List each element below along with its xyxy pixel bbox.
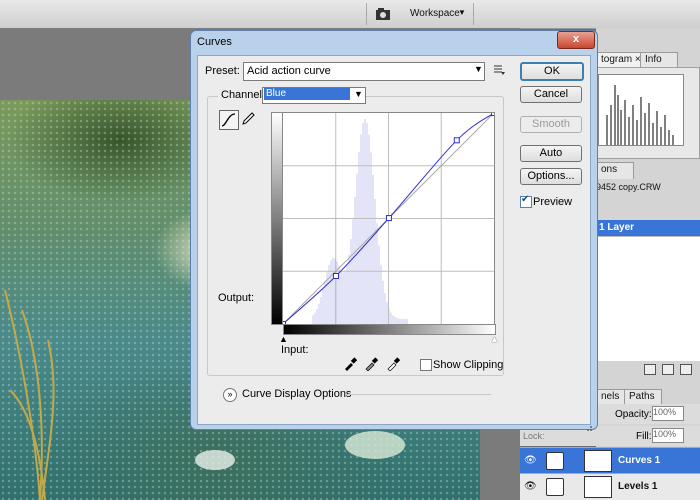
white-eyedropper-icon[interactable] <box>386 357 400 371</box>
chevron-down-icon: ▼ <box>458 8 466 17</box>
preset-value: Acid action curve <box>247 65 331 77</box>
channel-histogram <box>312 118 408 324</box>
black-point-slider[interactable]: ▲ <box>279 334 288 344</box>
output-label: Output: <box>218 292 255 304</box>
tab-actions[interactable]: ons <box>596 162 634 179</box>
curve-control-point[interactable] <box>385 215 392 222</box>
input-label: Input: <box>281 344 309 356</box>
curve-control-point[interactable] <box>453 137 460 144</box>
lock-label: Lock: <box>523 431 545 441</box>
adjustment-icon <box>546 452 564 470</box>
black-eyedropper-icon[interactable] <box>343 357 357 371</box>
histogram-graph <box>598 74 684 146</box>
close-button[interactable]: x <box>557 31 595 49</box>
chevron-down-icon[interactable]: ▼ <box>354 89 363 99</box>
dialog-title: Curves <box>197 36 232 48</box>
toolbar-divider <box>366 3 367 25</box>
preset-label: Preset: <box>205 65 240 77</box>
smooth-button[interactable]: Smooth <box>520 116 582 133</box>
curve-point-tool-icon[interactable] <box>219 110 239 130</box>
workspace-icon[interactable] <box>374 6 394 22</box>
cancel-button[interactable]: Cancel <box>520 86 582 103</box>
preset-options-icon[interactable] <box>493 63 505 75</box>
layer-row-curves[interactable]: 👁 Curves 1 <box>520 447 700 474</box>
history-selected-label: 1 Layer <box>599 222 635 233</box>
channel-value: Blue <box>264 88 350 100</box>
chevron-down-icon[interactable]: ▼ <box>474 64 483 74</box>
fill-input[interactable]: 100% <box>652 428 684 443</box>
pencil-icon[interactable] <box>240 111 256 127</box>
adjustment-icon <box>546 478 564 496</box>
application-bar <box>0 0 700 29</box>
channel-label: Channel: <box>218 89 269 101</box>
history-filename: 9452 copy.CRW <box>596 182 661 192</box>
ok-button[interactable]: OK <box>520 62 584 81</box>
expand-chevron-icon[interactable]: » <box>223 388 237 402</box>
curve-control-point[interactable] <box>282 321 286 326</box>
opacity-label: Opacity: <box>615 409 652 420</box>
snapshot-icon[interactable] <box>644 364 656 375</box>
divider <box>345 394 491 395</box>
show-clipping-label: Show Clipping <box>433 359 504 371</box>
white-point-slider[interactable]: ▲ <box>490 334 499 344</box>
panel-footer-icons <box>596 362 700 376</box>
checkmark-icon: ✔ <box>521 194 530 205</box>
layer-mask-thumbnail[interactable] <box>584 476 612 498</box>
workspace-menu[interactable]: Workspace <box>410 8 460 19</box>
tab-label: togram <box>601 54 633 65</box>
resize-grip-icon[interactable] <box>585 424 593 432</box>
new-document-icon[interactable] <box>662 364 674 375</box>
layer-row-levels[interactable]: 👁 Levels 1 <box>520 473 700 500</box>
curve-display-options-toggle[interactable]: Curve Display Options <box>242 388 351 400</box>
trash-icon[interactable] <box>680 364 692 375</box>
layer-name: Curves 1 <box>618 455 661 466</box>
curve-control-point[interactable] <box>332 273 339 280</box>
tab-paths[interactable]: Paths <box>624 389 662 405</box>
history-list <box>596 236 700 361</box>
input-gradient-bar <box>283 324 496 335</box>
opacity-input[interactable]: 100% <box>652 406 684 421</box>
fill-label: Fill: <box>636 431 652 442</box>
eye-icon[interactable]: 👁 <box>524 455 537 466</box>
options-button[interactable]: Options... <box>520 168 582 185</box>
eye-icon[interactable]: 👁 <box>524 481 537 492</box>
auto-button[interactable]: Auto <box>520 145 582 162</box>
preview-label: Preview <box>533 196 573 208</box>
curve-graph[interactable] <box>282 112 495 325</box>
gray-eyedropper-icon[interactable] <box>364 357 378 371</box>
toolbar-divider <box>473 3 474 25</box>
layer-name: Levels 1 <box>618 481 658 492</box>
curve-control-point[interactable] <box>491 112 496 116</box>
layer-mask-thumbnail[interactable] <box>584 450 612 472</box>
show-clipping-checkbox[interactable] <box>420 359 432 371</box>
